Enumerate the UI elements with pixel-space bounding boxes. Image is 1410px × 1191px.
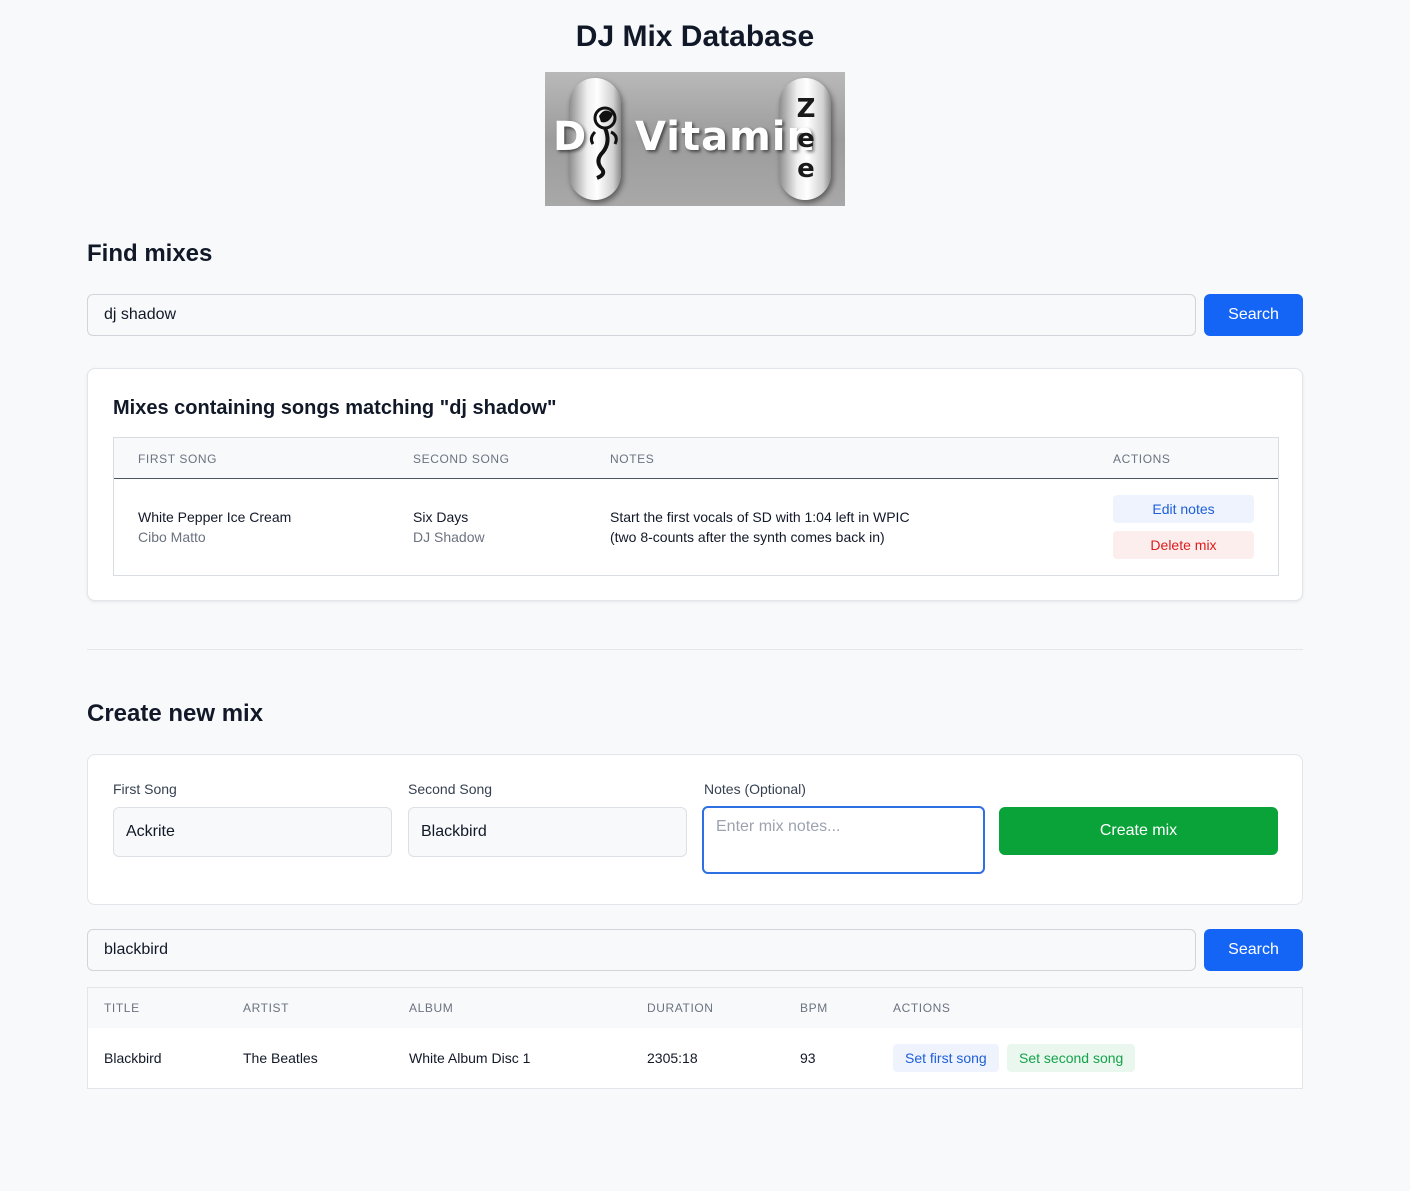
col-artist: ARTIST [243,1001,290,1015]
mix-notes-line-2: (two 8-counts after the synth comes back… [610,529,885,545]
create-mix-form: First Song Second Song Notes (Optional) … [87,754,1303,905]
delete-mix-button[interactable]: Delete mix [1113,531,1254,559]
mix-results-table: FIRST SONG SECOND SONG NOTES ACTIONS Whi… [113,437,1279,576]
set-second-song-button[interactable]: Set second song [1007,1044,1136,1072]
mix-table-header: FIRST SONG SECOND SONG NOTES ACTIONS [114,438,1278,479]
mix-search-button[interactable]: Search [1204,294,1303,336]
song-results-table: TITLE ARTIST ALBUM DURATION BPM ACTIONS … [87,987,1303,1089]
second-song-artist: DJ Shadow [413,529,485,545]
page-title: DJ Mix Database [575,20,815,53]
col-bpm: BPM [800,1001,828,1015]
site-logo: D Vitamin Z e e [545,72,845,206]
second-song-field[interactable] [408,807,687,857]
col-actions: ACTIONS [1113,452,1171,466]
col-first-song: FIRST SONG [138,452,218,466]
first-song-field[interactable] [113,807,392,857]
first-song-title: White Pepper Ice Cream [138,509,292,525]
second-song-title: Six Days [413,509,469,525]
song-search-button[interactable]: Search [1204,929,1303,971]
song-bpm: 93 [800,1050,816,1066]
first-song-artist: Cibo Matto [138,529,206,545]
set-first-song-button[interactable]: Set first song [893,1044,999,1072]
col-album: ALBUM [409,1001,454,1015]
mix-notes-line-1: Start the first vocals of SD with 1:04 l… [610,509,910,525]
create-mix-button[interactable]: Create mix [999,807,1278,855]
mix-search-input[interactable] [87,294,1196,336]
col-title: TITLE [104,1001,140,1015]
song-table-header: TITLE ARTIST ALBUM DURATION BPM ACTIONS [88,988,1302,1028]
song-album: White Album Disc 1 [409,1050,531,1066]
second-song-label: Second Song [408,781,493,797]
logo-zee: Z e e [796,94,816,184]
col-actions: ACTIONS [893,1001,951,1015]
song-search-input[interactable] [87,929,1196,971]
col-notes: NOTES [610,452,655,466]
create-mix-heading: Create new mix [87,700,264,727]
mix-results-title: Mixes containing songs matching "dj shad… [113,397,557,419]
notes-label: Notes (Optional) [704,781,806,797]
logo-text: Vitamin [635,114,816,160]
col-duration: DURATION [647,1001,714,1015]
section-divider [87,649,1303,650]
find-mixes-heading: Find mixes [87,240,213,267]
first-song-label: First Song [113,781,177,797]
dj-figure-icon [589,106,618,180]
col-second-song: SECOND SONG [413,452,510,466]
mix-results-card: Mixes containing songs matching "dj shad… [87,368,1303,601]
song-title: Blackbird [104,1050,162,1066]
song-artist: The Beatles [243,1050,318,1066]
song-duration: 2305:18 [647,1050,698,1066]
edit-notes-button[interactable]: Edit notes [1113,495,1254,523]
mix-notes-textarea[interactable] [702,806,985,874]
